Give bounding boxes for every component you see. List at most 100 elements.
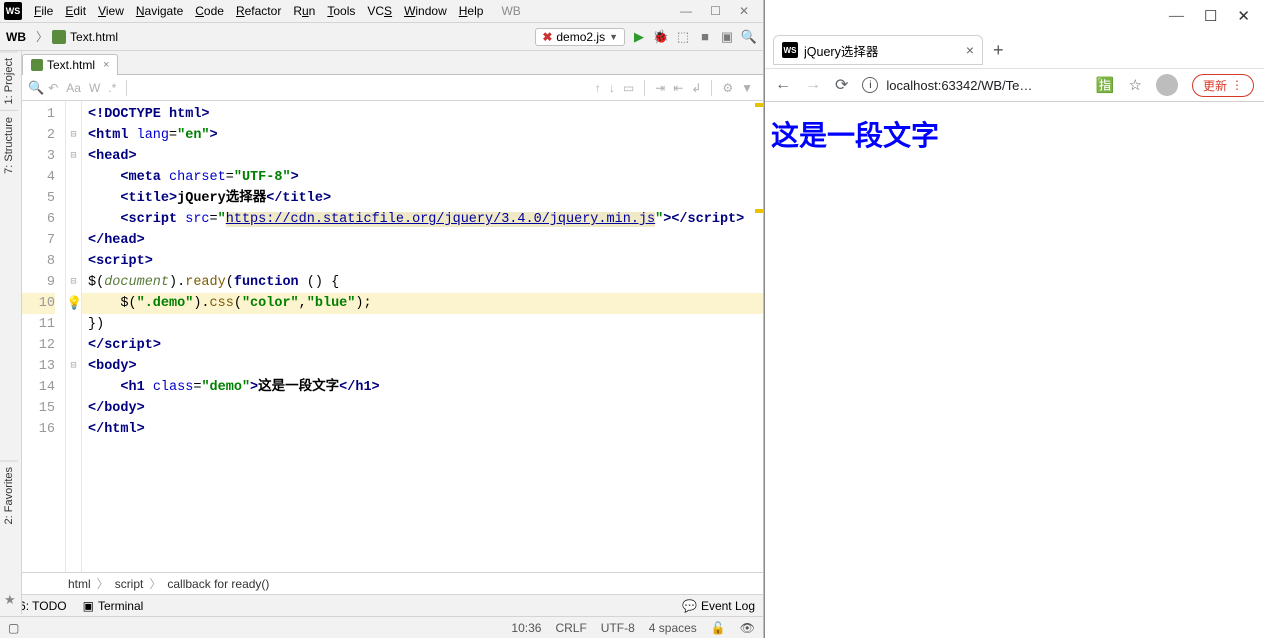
settings-icon[interactable]: ⚙ [722, 81, 733, 95]
webstorm-logo-icon: WS [4, 2, 22, 20]
chevron-down-icon: ▼ [609, 32, 618, 42]
toolwindow-project[interactable]: 1: Project [0, 51, 18, 110]
html-file-icon [31, 59, 43, 71]
menu-run[interactable]: Run [287, 2, 321, 20]
star-icon[interactable]: ★ [4, 592, 16, 608]
coverage-icon[interactable]: ⬚ [675, 29, 691, 45]
crumb-callback[interactable]: callback for ready() [167, 577, 269, 591]
chevron-right-icon: 〉 [36, 28, 48, 45]
menu-window[interactable]: Window [398, 2, 453, 20]
browser-tab[interactable]: WS jQuery选择器 × [773, 35, 983, 65]
warning-marker[interactable] [755, 103, 763, 107]
lock-icon[interactable]: 🔓 [711, 621, 726, 635]
minimize-icon[interactable]: — [1169, 8, 1184, 25]
profile-avatar-icon[interactable] [1156, 74, 1178, 96]
address-bar[interactable]: i localhost:63342/WB/Te… [862, 77, 1081, 93]
new-tab-button[interactable]: + [989, 40, 1008, 61]
words-icon[interactable]: W [89, 81, 100, 95]
close-icon[interactable]: ✕ [1237, 7, 1250, 26]
outdent-icon[interactable]: ⇤ [673, 81, 683, 95]
match-case-icon[interactable]: Aa [66, 81, 81, 95]
toolwindow-eventlog[interactable]: 💬Event Log [682, 599, 755, 613]
html-file-icon [52, 30, 66, 44]
ide-window: WS File Edit View Navigate Code Refactor… [0, 0, 764, 638]
menu-vcs[interactable]: VCS [361, 2, 398, 20]
menu-file[interactable]: File [28, 2, 59, 20]
bookmark-icon[interactable]: ☆ [1129, 76, 1142, 94]
regex-icon[interactable]: .* [108, 81, 116, 95]
site-info-icon[interactable]: i [862, 77, 878, 93]
browser-tab-strip: WS jQuery选择器 × + [765, 32, 1264, 68]
crumb-script[interactable]: script [115, 577, 144, 591]
update-button[interactable]: 更新⋮ [1192, 74, 1254, 97]
editor-tab-label: Text.html [47, 58, 95, 72]
menu-navigate[interactable]: Navigate [130, 2, 189, 20]
forward-icon[interactable]: → [805, 76, 821, 94]
menu-code[interactable]: Code [189, 2, 230, 20]
back-icon[interactable]: ← [775, 76, 791, 94]
close-tab-icon[interactable]: × [966, 42, 974, 58]
status-window-icon[interactable]: ▢ [8, 621, 19, 635]
browser-window: — ☐ ✕ WS jQuery选择器 × + ← → ⟳ i localhost… [764, 0, 1264, 638]
editor-tab-text-html[interactable]: Text.html × [22, 54, 118, 75]
maximize-icon[interactable]: ☐ [1204, 7, 1217, 26]
error-icon: ✖ [542, 30, 552, 44]
url-text: localhost:63342/WB/Te… [886, 78, 1032, 93]
chevron-right-icon: 〉 [97, 575, 109, 592]
bottom-toolwindow-strip: ≡6: TODO ▣Terminal 💬Event Log [0, 594, 763, 616]
status-line-sep[interactable]: CRLF [555, 621, 586, 635]
run-config-selector[interactable]: ✖ demo2.js ▼ [535, 28, 625, 46]
browser-toolbar: ← → ⟳ i localhost:63342/WB/Te… 🈯 ☆ 更新⋮ [765, 68, 1264, 102]
toolwindow-favorites[interactable]: 2: Favorites [0, 460, 18, 530]
editor-toolbar: 🔍 ↶ Aa W .* ↑ ↓ ▭ ⇥ ⇤ ↲ ⚙ ▼ [22, 75, 763, 101]
stop-icon[interactable]: ■ [697, 29, 713, 45]
reload-icon[interactable]: ⟳ [835, 75, 848, 95]
code-content[interactable]: <!DOCTYPE html> <html lang="en"> <head> … [82, 101, 763, 572]
intention-bulb-icon[interactable]: 💡 [66, 293, 81, 314]
menu-edit[interactable]: Edit [59, 2, 92, 20]
menu-tools[interactable]: Tools [321, 2, 361, 20]
menu-help[interactable]: Help [453, 2, 490, 20]
browser-tab-title: jQuery选择器 [804, 41, 960, 60]
nav-project[interactable]: WB [6, 30, 26, 44]
layout-icon[interactable]: ▣ [719, 29, 735, 45]
code-editor[interactable]: 12345678910111213141516 ⊟⊟⊟💡⊟ <!DOCTYPE … [22, 101, 763, 572]
debug-icon[interactable]: 🐞 [653, 29, 669, 45]
maximize-icon[interactable]: ☐ [710, 4, 721, 18]
search-everywhere-icon[interactable]: 🔍 [741, 29, 757, 45]
project-name: WB [501, 4, 520, 18]
left-toolwindow-strip: 1: Project 7: Structure 2: Favorites ★ [0, 51, 22, 614]
nav-file[interactable]: Text.html [70, 30, 118, 44]
status-caret-pos[interactable]: 10:36 [511, 621, 541, 635]
translate-icon[interactable]: 🈯 [1096, 76, 1115, 94]
minimize-icon[interactable]: — [680, 4, 692, 18]
run-icon[interactable]: ▶ [631, 29, 647, 45]
menu-refactor[interactable]: Refactor [230, 2, 287, 20]
breadcrumb: html 〉 script 〉 callback for ready() [22, 572, 763, 594]
close-tab-icon[interactable]: × [103, 59, 109, 71]
search-icon[interactable]: 🔍 [28, 80, 44, 96]
menubar: WS File Edit View Navigate Code Refactor… [0, 0, 763, 23]
arrow-down-icon[interactable]: ↓ [609, 81, 615, 95]
arrow-up-icon[interactable]: ↑ [595, 81, 601, 95]
status-indent[interactable]: 4 spaces [649, 621, 697, 635]
browser-titlebar: — ☐ ✕ [765, 0, 1264, 32]
toolwindow-structure[interactable]: 7: Structure [0, 110, 18, 180]
close-icon[interactable]: ✕ [739, 4, 749, 18]
undo-icon[interactable]: ↶ [48, 81, 58, 95]
select-icon[interactable]: ▭ [623, 81, 634, 95]
status-encoding[interactable]: UTF-8 [601, 621, 635, 635]
browser-viewport: 这是一段文字 [765, 102, 1264, 638]
inspector-icon[interactable]: 👁 [740, 621, 755, 635]
fold-column: ⊟⊟⊟💡⊟ [66, 101, 82, 572]
crumb-html[interactable]: html [68, 577, 91, 591]
wrap-icon[interactable]: ↲ [691, 81, 701, 95]
menu-view[interactable]: View [92, 2, 130, 20]
page-heading: 这是一段文字 [771, 114, 1258, 154]
editor-tab-strip: Text.html × [0, 51, 763, 75]
indent-icon[interactable]: ⇥ [655, 81, 665, 95]
filter-icon[interactable]: ▼ [741, 81, 753, 95]
favicon-icon: WS [782, 42, 798, 58]
toolwindow-terminal[interactable]: ▣Terminal [83, 599, 144, 613]
warning-marker[interactable] [755, 209, 763, 213]
